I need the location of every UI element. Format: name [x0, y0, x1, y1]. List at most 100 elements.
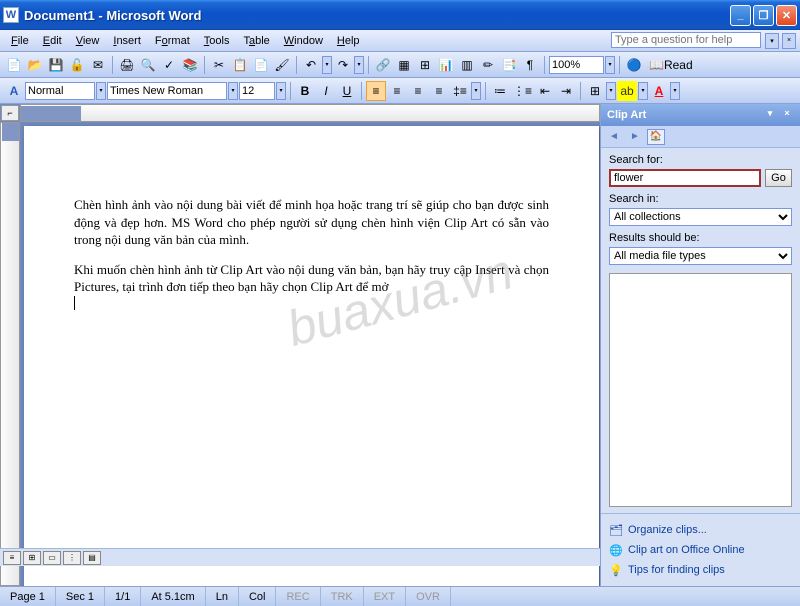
tab-selector[interactable]: ⌐ [1, 105, 19, 121]
menu-tools[interactable]: Tools [197, 33, 237, 49]
search-for-input[interactable] [609, 169, 761, 187]
email-button[interactable]: ✉ [88, 55, 108, 75]
maximize-button[interactable]: ❐ [753, 5, 774, 26]
nav-back-icon[interactable]: ◄ [605, 129, 623, 145]
menu-view[interactable]: View [69, 33, 107, 49]
line-spacing-dropdown[interactable]: ▾ [471, 82, 481, 100]
vertical-ruler[interactable] [0, 122, 20, 586]
bold-button[interactable]: B [295, 81, 315, 101]
excel-button[interactable]: 📊 [436, 55, 456, 75]
highlight-dropdown[interactable]: ▾ [638, 82, 648, 100]
outline-view-button[interactable]: ⋮ [63, 551, 81, 565]
paste-button[interactable] [251, 55, 271, 75]
tips-link[interactable]: 💡Tips for finding clips [609, 560, 792, 580]
zoom-select[interactable] [549, 56, 604, 74]
paragraph-2[interactable]: Khi muốn chèn hình ảnh từ Clip Art vào n… [74, 261, 549, 314]
menu-file[interactable]: File [4, 33, 36, 49]
menu-window[interactable]: Window [277, 33, 330, 49]
go-button[interactable]: Go [765, 169, 792, 187]
docmap-button[interactable]: 📑 [499, 55, 519, 75]
indent-increase-button[interactable]: ⇥ [556, 81, 576, 101]
spellcheck-button[interactable]: ✓ [159, 55, 179, 75]
horizontal-ruler[interactable]: ⌐ [20, 104, 600, 122]
tables-borders-button[interactable]: ▦ [394, 55, 414, 75]
reading-view-button[interactable]: ▤ [83, 551, 101, 565]
read-button[interactable]: 📖 Read [645, 55, 697, 75]
help-search-input[interactable] [611, 32, 761, 48]
numbering-button[interactable]: ≔ [490, 81, 510, 101]
menu-insert[interactable]: Insert [106, 33, 148, 49]
save-button[interactable] [46, 55, 66, 75]
nav-home-icon[interactable]: 🏠 [647, 129, 665, 145]
search-in-select[interactable]: All collections [609, 208, 792, 226]
print-view-button[interactable]: ▭ [43, 551, 61, 565]
hyperlink-button[interactable]: 🔗 [373, 55, 393, 75]
drawing-button[interactable]: ✏ [478, 55, 498, 75]
help-button[interactable]: 🔵 [624, 55, 644, 75]
undo-dropdown[interactable]: ▾ [322, 56, 332, 74]
separator [544, 56, 545, 74]
paragraph-1[interactable]: Chèn hình ảnh vào nội dung bài viết để m… [74, 196, 549, 249]
organize-clips-link[interactable]: 🗂Organize clips... [609, 520, 792, 540]
help-dropdown-icon[interactable]: ▾ [765, 33, 779, 49]
status-ext[interactable]: EXT [364, 587, 406, 606]
fontsize-dropdown[interactable]: ▾ [276, 82, 286, 100]
redo-button[interactable] [333, 55, 353, 75]
style-dropdown[interactable]: ▾ [96, 82, 106, 100]
menu-help[interactable]: Help [330, 33, 367, 49]
italic-button[interactable]: I [316, 81, 336, 101]
permission-button[interactable]: 🔓 [67, 55, 87, 75]
highlight-button[interactable]: ab [617, 81, 637, 101]
normal-view-button[interactable]: ≡ [3, 551, 21, 565]
style-select[interactable] [25, 82, 95, 100]
print-button[interactable] [117, 55, 137, 75]
open-button[interactable] [25, 55, 45, 75]
status-ovr[interactable]: OVR [406, 587, 451, 606]
menu-edit[interactable]: Edit [36, 33, 69, 49]
web-view-button[interactable]: ⊞ [23, 551, 41, 565]
status-rec[interactable]: REC [276, 587, 320, 606]
page-canvas[interactable]: Chèn hình ảnh vào nội dung bài viết để m… [24, 126, 599, 586]
undo-button[interactable] [301, 55, 321, 75]
bullets-button[interactable]: ⋮≡ [511, 81, 534, 101]
columns-button[interactable]: ▥ [457, 55, 477, 75]
format-painter-button[interactable]: 🖌 [272, 55, 292, 75]
separator [296, 56, 297, 74]
borders-dropdown[interactable]: ▾ [606, 82, 616, 100]
borders-button[interactable]: ⊞ [585, 81, 605, 101]
separator [112, 56, 113, 74]
menu-table[interactable]: Table [236, 33, 276, 49]
office-online-link[interactable]: 🌐Clip art on Office Online [609, 540, 792, 560]
line-spacing-button[interactable]: ‡≡ [450, 81, 470, 101]
align-left-button[interactable]: ≡ [366, 81, 386, 101]
minimize-button[interactable]: _ [730, 5, 751, 26]
align-right-button[interactable]: ≡ [408, 81, 428, 101]
research-button[interactable]: 📚 [180, 55, 200, 75]
underline-button[interactable]: U [337, 81, 357, 101]
cut-button[interactable] [209, 55, 229, 75]
font-color-button[interactable]: A [649, 81, 669, 101]
close-button[interactable]: ✕ [776, 5, 797, 26]
status-trk[interactable]: TRK [321, 587, 364, 606]
doc-close-button[interactable]: × [782, 33, 796, 49]
insert-table-button[interactable]: ⊞ [415, 55, 435, 75]
taskpane-dropdown-icon[interactable]: ▾ [763, 108, 777, 122]
menu-format[interactable]: Format [148, 33, 197, 49]
align-justify-button[interactable]: ≡ [429, 81, 449, 101]
font-color-dropdown[interactable]: ▾ [670, 82, 680, 100]
indent-decrease-button[interactable]: ⇤ [535, 81, 555, 101]
font-dropdown[interactable]: ▾ [228, 82, 238, 100]
new-doc-button[interactable] [4, 55, 24, 75]
print-preview-button[interactable]: 🔍 [138, 55, 158, 75]
styles-pane-button[interactable]: A [4, 81, 24, 101]
show-hide-button[interactable]: ¶ [520, 55, 540, 75]
align-center-button[interactable]: ≡ [387, 81, 407, 101]
results-should-be-select[interactable]: All media file types [609, 247, 792, 265]
taskpane-close-icon[interactable]: × [780, 108, 794, 122]
fontsize-select[interactable] [239, 82, 275, 100]
nav-forward-icon[interactable]: ► [626, 129, 644, 145]
redo-dropdown[interactable]: ▾ [354, 56, 364, 74]
font-select[interactable] [107, 82, 227, 100]
zoom-dropdown[interactable]: ▾ [605, 56, 615, 74]
copy-button[interactable] [230, 55, 250, 75]
